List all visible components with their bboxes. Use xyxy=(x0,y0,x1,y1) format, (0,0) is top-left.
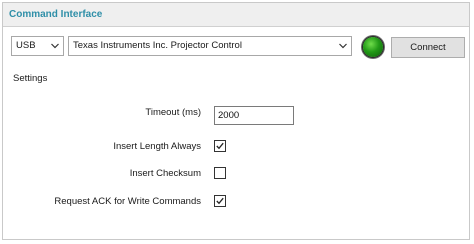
panel-titlebar: Command Interface xyxy=(3,3,469,27)
command-interface-panel: Command Interface USB Texas Instruments … xyxy=(2,2,470,240)
device-select[interactable]: Texas Instruments Inc. Projector Control xyxy=(68,36,352,56)
request-ack-label: Request ACK for Write Commands xyxy=(54,196,201,207)
chevron-down-icon xyxy=(339,43,347,49)
settings-heading: Settings xyxy=(13,73,48,84)
interface-select[interactable]: USB xyxy=(11,36,64,56)
status-led-icon xyxy=(363,37,383,57)
timeout-input[interactable] xyxy=(214,106,294,125)
timeout-label: Timeout (ms) xyxy=(145,107,201,118)
checkmark-icon xyxy=(216,197,224,205)
chevron-down-icon xyxy=(51,43,59,49)
insert-checksum-checkbox[interactable] xyxy=(214,167,226,179)
insert-checksum-label: Insert Checksum xyxy=(129,168,201,179)
insert-length-checkbox[interactable] xyxy=(214,140,226,152)
request-ack-checkbox[interactable] xyxy=(214,195,226,207)
interface-select-value: USB xyxy=(16,40,36,51)
device-select-value: Texas Instruments Inc. Projector Control xyxy=(73,40,242,51)
insert-length-label: Insert Length Always xyxy=(113,141,201,152)
checkmark-icon xyxy=(216,142,224,150)
panel-title: Command Interface xyxy=(9,9,103,20)
connect-button[interactable]: Connect xyxy=(391,37,465,58)
